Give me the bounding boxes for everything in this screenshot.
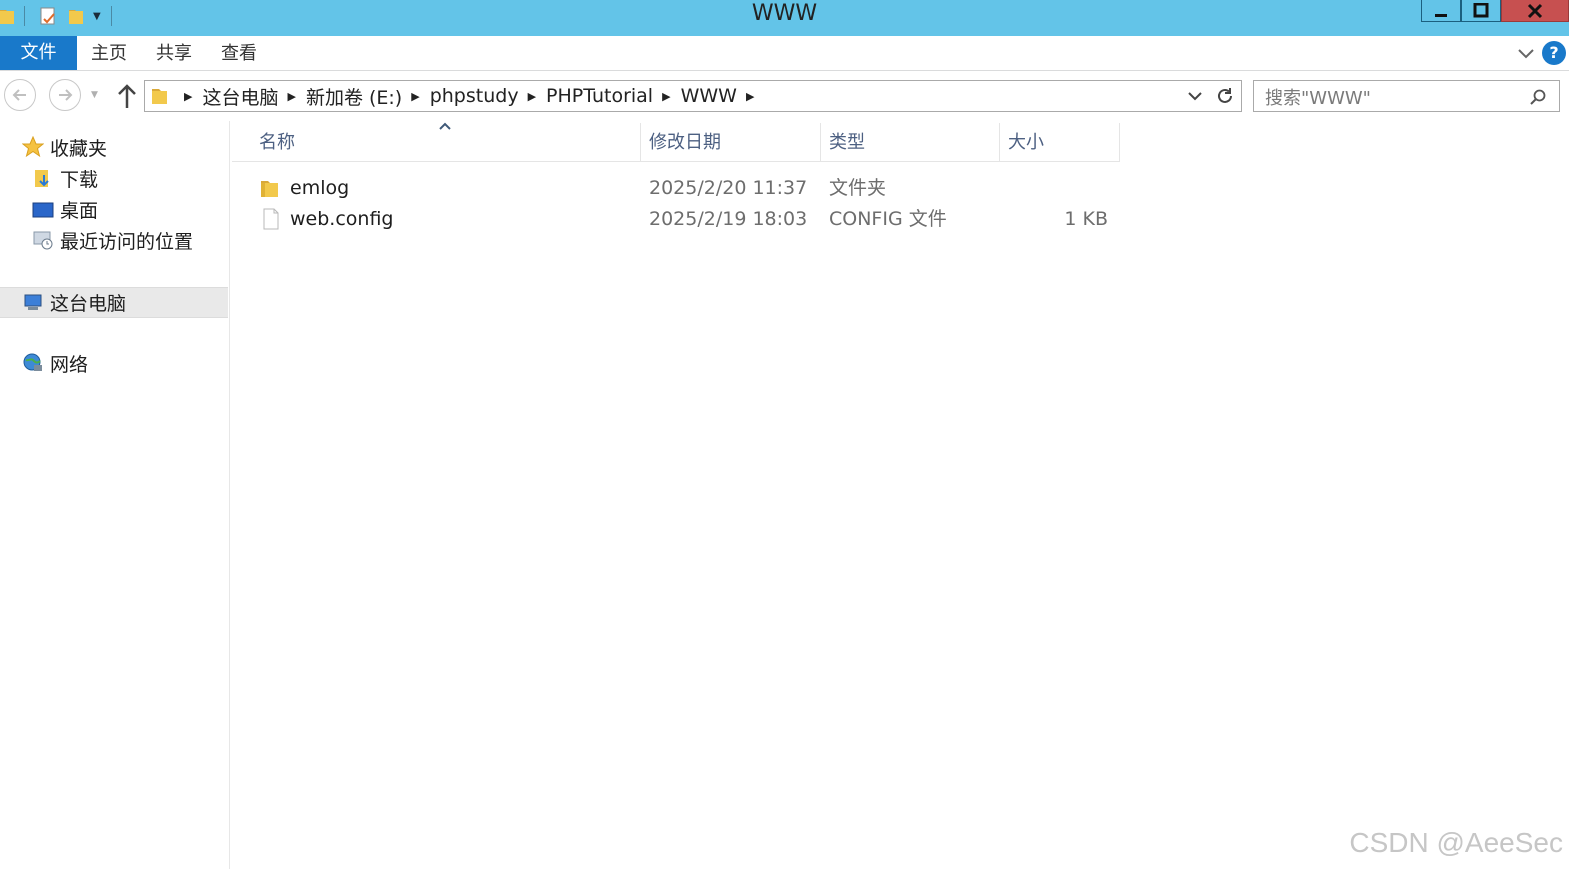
navigation-bar: ▼ ▶ 这台电脑 ▶ 新加卷 (E:) ▶ phpstudy ▶ PHPTuto…	[0, 71, 1569, 121]
downloads-folder-icon	[32, 167, 54, 189]
search-input[interactable]: 搜索"WWW"	[1253, 80, 1560, 112]
column-header-row: 名称 修改日期 类型 大小	[232, 122, 1120, 162]
help-icon[interactable]: ?	[1542, 41, 1566, 65]
file-row[interactable]: emlog 2025/2/20 11:37 文件夹	[232, 173, 1120, 203]
forward-arrow-icon	[59, 89, 73, 101]
breadcrumb-www[interactable]: WWW	[681, 85, 737, 107]
nav-item-network[interactable]: 网络	[22, 348, 88, 378]
nav-label-favorites: 收藏夹	[50, 137, 108, 160]
back-button[interactable]	[4, 79, 36, 111]
file-modified: 2025/2/19 18:03	[649, 208, 808, 230]
watermark: CSDN @AeeSec	[1349, 827, 1563, 858]
file-row[interactable]: web.config 2025/2/19 18:03 CONFIG 文件 1 K…	[232, 204, 1120, 234]
recent-places-icon	[32, 229, 54, 251]
star-icon	[22, 136, 44, 158]
file-type: CONFIG 文件	[829, 208, 947, 230]
tab-home[interactable]: 主页	[91, 36, 127, 70]
column-header-size[interactable]: 大小	[999, 123, 1120, 162]
navigation-pane: 收藏夹 下载 桌面 最近访问的位置 这台电脑 网络	[0, 121, 230, 869]
tab-share[interactable]: 共享	[156, 36, 192, 70]
folder-icon	[152, 89, 167, 104]
minimize-button[interactable]	[1421, 0, 1461, 22]
file-size: 1 KB	[1064, 208, 1108, 230]
ribbon: 文件 主页 共享 查看 ?	[0, 36, 1569, 71]
nav-label-downloads: 下载	[60, 168, 99, 191]
breadcrumb-separator[interactable]: ▶	[287, 90, 295, 103]
nav-label-recent: 最近访问的位置	[60, 230, 194, 253]
breadcrumb-separator[interactable]: ▶	[746, 90, 754, 103]
close-icon	[1527, 3, 1543, 18]
column-header-type[interactable]: 类型	[820, 123, 1000, 162]
breadcrumb-separator[interactable]: ▶	[528, 90, 536, 103]
nav-item-favorites[interactable]: 收藏夹	[22, 132, 107, 162]
search-placeholder: 搜索"WWW"	[1265, 88, 1371, 109]
column-header-name[interactable]: 名称	[250, 123, 640, 162]
file-name[interactable]: web.config	[290, 204, 393, 234]
expand-ribbon-icon[interactable]	[1517, 44, 1535, 62]
chevron-down-icon[interactable]	[1187, 87, 1203, 105]
file-icon	[263, 208, 279, 230]
desktop-icon	[32, 198, 54, 220]
address-bar[interactable]: ▶ 这台电脑 ▶ 新加卷 (E:) ▶ phpstudy ▶ PHPTutori…	[144, 80, 1242, 112]
computer-icon	[22, 291, 44, 313]
breadcrumb-phpstudy[interactable]: phpstudy	[430, 85, 519, 107]
nav-item-desktop[interactable]: 桌面	[32, 194, 98, 224]
title-bar: ▼ WWW	[0, 0, 1569, 36]
nav-label-desktop: 桌面	[60, 199, 99, 222]
file-name[interactable]: emlog	[290, 173, 349, 203]
breadcrumb-this-pc[interactable]: 这台电脑	[202, 83, 278, 110]
breadcrumb-separator[interactable]: ▶	[184, 90, 192, 103]
nav-label-this-pc: 这台电脑	[50, 292, 127, 315]
recent-locations-dropdown[interactable]: ▼	[91, 90, 98, 100]
maximize-icon	[1473, 2, 1489, 17]
breadcrumb-separator[interactable]: ▶	[662, 90, 670, 103]
breadcrumb-drive-e[interactable]: 新加卷 (E:)	[306, 83, 402, 110]
back-arrow-icon	[12, 89, 26, 101]
file-modified: 2025/2/20 11:37	[649, 177, 808, 199]
folder-icon	[261, 181, 278, 197]
window-controls	[1421, 0, 1569, 22]
tab-file[interactable]: 文件	[0, 36, 77, 70]
tab-view[interactable]: 查看	[221, 36, 257, 70]
file-type: 文件夹	[829, 177, 887, 199]
nav-item-downloads[interactable]: 下载	[32, 163, 98, 193]
nav-item-recent[interactable]: 最近访问的位置	[32, 225, 193, 255]
nav-label-network: 网络	[50, 353, 89, 376]
breadcrumb-separator[interactable]: ▶	[411, 90, 419, 103]
column-header-modified[interactable]: 修改日期	[640, 123, 820, 162]
breadcrumb-phptutorial[interactable]: PHPTutorial	[546, 85, 653, 107]
up-arrow-icon[interactable]	[115, 82, 139, 110]
window-title: WWW	[751, 1, 818, 26]
column-divider	[1119, 123, 1120, 162]
refresh-icon[interactable]	[1215, 86, 1235, 106]
forward-button[interactable]	[49, 79, 81, 111]
search-icon[interactable]	[1529, 88, 1547, 106]
close-button[interactable]	[1501, 0, 1569, 22]
network-icon	[22, 352, 44, 374]
nav-item-this-pc[interactable]: 这台电脑	[22, 287, 126, 317]
maximize-button[interactable]	[1461, 0, 1501, 22]
minimize-icon	[1435, 13, 1447, 17]
